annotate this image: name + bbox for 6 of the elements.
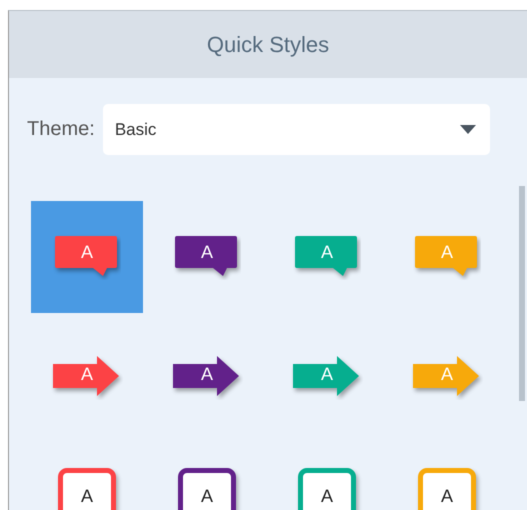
panel-title: Quick Styles <box>206 32 330 58</box>
theme-label: Theme: <box>27 118 95 141</box>
style-swatch[interactable]: A <box>31 201 143 313</box>
caret-icon <box>460 125 476 134</box>
theme-dropdown[interactable]: Basic <box>102 104 490 155</box>
scrollbar[interactable] <box>519 186 525 401</box>
